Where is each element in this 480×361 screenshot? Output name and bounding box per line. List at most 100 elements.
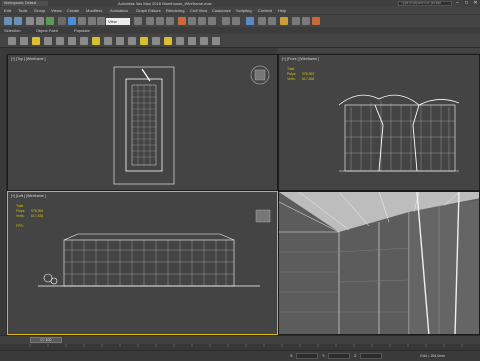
title-bar: Workspaces: Default Autodesk 3ds Max 201… (0, 0, 480, 7)
viewport-label[interactable]: [+] [Left ] [Wireframe ] (11, 194, 46, 198)
ribbon-tool-6-icon[interactable] (68, 37, 76, 45)
stats-verts-label: Verts: (16, 214, 25, 218)
viewcube-icon[interactable] (255, 209, 271, 223)
ribbon-tool-2-icon[interactable] (20, 37, 28, 45)
ribbon-tool-16-icon[interactable] (188, 37, 196, 45)
ribbon-tool-5-icon[interactable] (56, 37, 64, 45)
left-wireframe (38, 209, 271, 287)
menu-graph-editors[interactable]: Graph Editors (136, 7, 161, 14)
ribbon-tool-15-icon[interactable] (176, 37, 184, 45)
spinner-snap-icon[interactable] (208, 17, 216, 25)
ribbon-tool-10-icon[interactable] (116, 37, 124, 45)
menu-animation[interactable]: Animation (110, 7, 128, 14)
menu-tools[interactable]: Tools (18, 7, 27, 14)
menu-content[interactable]: Content (258, 7, 272, 14)
menu-edit[interactable]: Edit (4, 7, 11, 14)
stats-verts: 617,836 (302, 77, 315, 81)
selection-filter-icon[interactable] (58, 17, 66, 25)
undo-icon[interactable] (4, 17, 12, 25)
layer-manager-icon[interactable] (246, 17, 254, 25)
top-wireframe (113, 65, 270, 185)
ribbon-tool-1-icon[interactable] (8, 37, 16, 45)
ribbon-tool-17-icon[interactable] (200, 37, 208, 45)
stats-verts-label: Verts: (287, 77, 296, 81)
tab-object-paint[interactable]: Object Paint (36, 27, 58, 34)
angle-snap-icon[interactable] (188, 17, 196, 25)
viewport-front[interactable]: [+] [Front ] [Wireframe ] Total Polys: 97… (278, 54, 480, 191)
tab-populate[interactable]: Populate (74, 27, 90, 34)
main-toolbar: View (0, 14, 480, 27)
window-title: Autodesk 3ds Max 2018 Warehouse_Wirefram… (118, 1, 212, 6)
rotate-icon[interactable] (156, 17, 164, 25)
bind-space-warp-icon[interactable] (46, 17, 54, 25)
select-by-name-icon[interactable] (78, 17, 86, 25)
menu-bar: Edit Tools Group Views Create Modifiers … (0, 7, 480, 14)
menu-customize[interactable]: Customize (212, 7, 231, 14)
render-setup-icon[interactable] (292, 17, 300, 25)
time-slider-thumb[interactable]: 0 / 100 (30, 337, 62, 343)
ribbon-toolbar (0, 34, 480, 48)
stats-verts: 617,836 (31, 214, 44, 218)
ribbon-tool-4-icon[interactable] (44, 37, 52, 45)
move-icon[interactable] (146, 17, 154, 25)
select-object-icon[interactable] (68, 17, 76, 25)
close-icon[interactable]: ✕ (471, 0, 480, 7)
ribbon-tool-3-icon[interactable] (32, 37, 40, 45)
menu-civil-view[interactable]: Civil View (190, 7, 207, 14)
x-coordinate-field[interactable] (296, 353, 318, 359)
stats-fps-label: FPS: (16, 224, 24, 228)
link-icon[interactable] (26, 17, 34, 25)
ribbon-tool-14-icon[interactable] (164, 37, 172, 45)
ribbon-tool-12-icon[interactable] (140, 37, 148, 45)
pivot-center-icon[interactable] (134, 17, 142, 25)
menu-modifiers[interactable]: Modifiers (86, 7, 102, 14)
minimize-icon[interactable]: – (453, 0, 462, 7)
time-slider[interactable]: 0 / 100 (0, 335, 480, 344)
snap-toggle-icon[interactable] (178, 17, 186, 25)
search-input[interactable]: Type a keyword or phrase (398, 1, 452, 6)
viewcube-icon[interactable] (250, 65, 270, 85)
render-frame-icon[interactable] (302, 17, 310, 25)
ribbon-tool-11-icon[interactable] (128, 37, 136, 45)
mirror-icon[interactable] (222, 17, 230, 25)
unlink-icon[interactable] (36, 17, 44, 25)
ribbon-tool-13-icon[interactable] (152, 37, 160, 45)
menu-views[interactable]: Views (51, 7, 62, 14)
menu-rendering[interactable]: Rendering (166, 7, 184, 14)
ribbon-tool-8-icon[interactable] (92, 37, 100, 45)
command-panel-strip (278, 48, 480, 53)
align-icon[interactable] (232, 17, 240, 25)
workspace-selector[interactable]: Workspaces: Default (2, 1, 48, 6)
region-select-icon[interactable] (88, 17, 96, 25)
ribbon-tool-18-icon[interactable] (212, 37, 220, 45)
stats-overlay: Total Polys: 978,962 Verts: 617,836 FPS: (16, 204, 43, 229)
menu-help[interactable]: Help (278, 7, 286, 14)
maximize-icon[interactable]: □ (462, 0, 471, 7)
menu-create[interactable]: Create (67, 7, 79, 14)
viewport-label[interactable]: [+] [Top ] [Wireframe ] (11, 57, 45, 61)
percent-snap-icon[interactable] (198, 17, 206, 25)
z-coordinate-field[interactable] (360, 353, 382, 359)
redo-icon[interactable] (14, 17, 22, 25)
perspective-render (279, 192, 479, 334)
ribbon-tool-9-icon[interactable] (104, 37, 112, 45)
ribbon-tabs: Selection Object Paint Populate (0, 27, 480, 34)
left-toolbar-strip (0, 54, 7, 335)
tab-selection[interactable]: Selection (4, 27, 20, 34)
scale-icon[interactable] (166, 17, 174, 25)
reference-coordinate-select[interactable]: View (106, 18, 130, 25)
menu-group[interactable]: Group (34, 7, 45, 14)
viewport-perspective[interactable] (278, 191, 480, 335)
render-icon[interactable] (312, 17, 320, 25)
window-crossing-icon[interactable] (97, 17, 105, 25)
status-bar: X: Y: Z: Grid = 254,0mm (0, 350, 480, 360)
schematic-view-icon[interactable] (268, 17, 276, 25)
material-editor-icon[interactable] (280, 17, 288, 25)
viewport-left[interactable]: [+] [Left ] [Wireframe ] Total Polys: 978… (7, 191, 278, 335)
curve-editor-icon[interactable] (258, 17, 266, 25)
y-coordinate-field[interactable] (328, 353, 350, 359)
viewport-label[interactable]: [+] [Front ] [Wireframe ] (282, 57, 319, 61)
menu-scripting[interactable]: Scripting (236, 7, 252, 14)
ribbon-tool-7-icon[interactable] (80, 37, 88, 45)
viewport-top[interactable]: [+] [Top ] [Wireframe ] (7, 54, 278, 191)
